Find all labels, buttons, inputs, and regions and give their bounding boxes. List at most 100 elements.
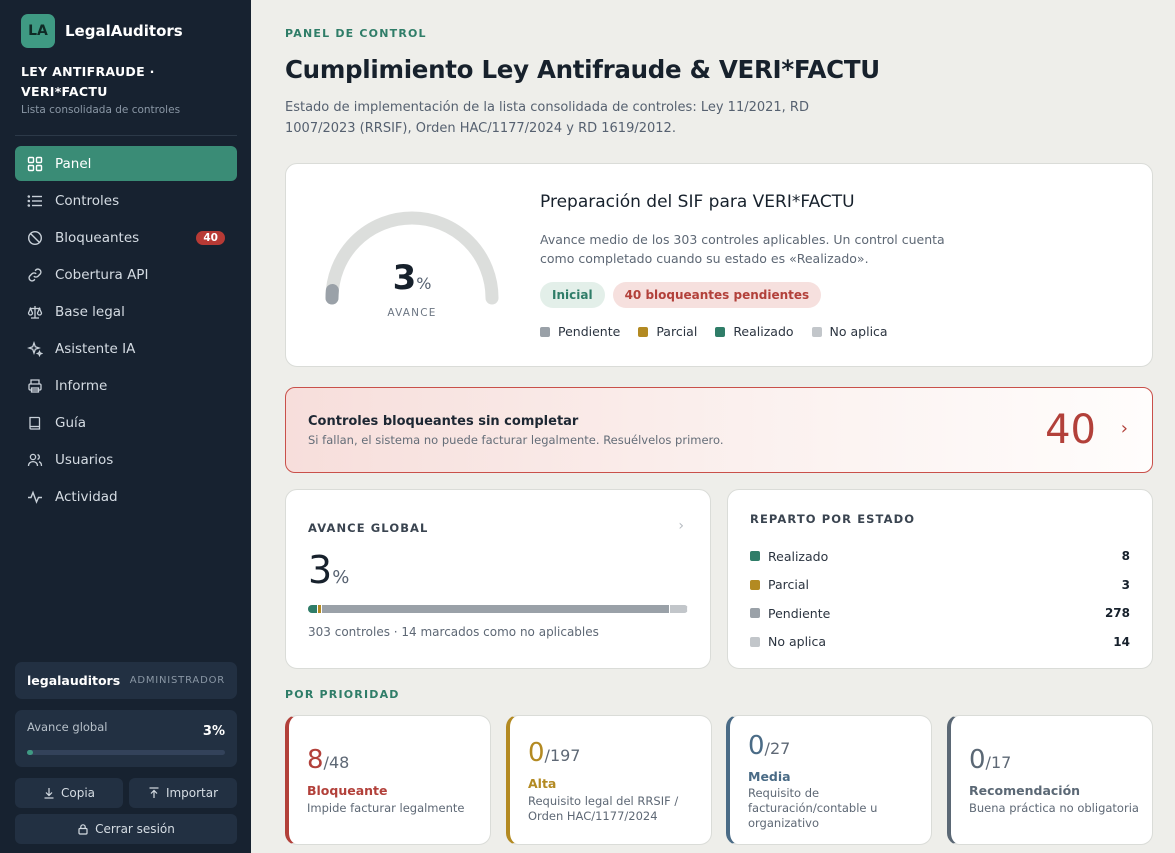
user-role: ADMINISTRADOR bbox=[129, 675, 225, 686]
priority-name: Recomendación bbox=[969, 783, 1081, 798]
link-icon bbox=[27, 267, 43, 283]
sidebar-item-asistente-ia[interactable]: Asistente IA bbox=[15, 331, 237, 366]
priority-done: 0 bbox=[969, 745, 986, 775]
project-title: LEY ANTIFRAUDE · VERI*FACTU bbox=[21, 64, 155, 99]
sidebar-item-guia[interactable]: Guía bbox=[15, 405, 237, 440]
sidebar-item-label: Panel bbox=[55, 155, 92, 172]
sidebar-item-actividad[interactable]: Actividad bbox=[15, 479, 237, 514]
priority-card-recomendacion[interactable]: 0/17 Recomendación Buena práctica no obl… bbox=[947, 715, 1153, 845]
chevron-right-icon: › bbox=[1120, 418, 1128, 439]
grid-icon bbox=[27, 156, 43, 172]
list-item: Realizado 8 bbox=[750, 542, 1130, 571]
status-count: 278 bbox=[1104, 606, 1130, 621]
priority-card-media[interactable]: 0/27 Media Requisito de facturación/cont… bbox=[726, 715, 932, 845]
bloqueantes-count-badge: 40 bbox=[196, 230, 225, 245]
priority-card-alta[interactable]: 0/197 Alta Requisito legal del RRSIF / O… bbox=[506, 715, 712, 845]
alert-title: Controles bloqueantes sin completar bbox=[308, 414, 579, 429]
logout-button[interactable]: Cerrar sesión bbox=[15, 814, 237, 844]
page-eyebrow: PANEL DE CONTROL bbox=[285, 27, 427, 40]
list-icon bbox=[27, 193, 43, 209]
global-progress-unit: % bbox=[332, 567, 350, 588]
status-swatch bbox=[750, 551, 760, 562]
status-label: Parcial bbox=[768, 577, 809, 593]
priority-name: Bloqueante bbox=[307, 783, 388, 798]
priority-name: Media bbox=[748, 769, 791, 784]
legend-label: Realizado bbox=[733, 324, 794, 339]
sidebar-item-label: Guía bbox=[55, 414, 87, 431]
legend-label: No aplica bbox=[829, 324, 888, 339]
user-box[interactable]: legalauditors ADMINISTRADOR bbox=[15, 662, 237, 699]
priority-total: /48 bbox=[323, 753, 350, 772]
ban-icon bbox=[27, 230, 43, 246]
readiness-card: 3% AVANCE Preparación del SIF para VERI*… bbox=[285, 163, 1153, 367]
sidebar-item-usuarios[interactable]: Usuarios bbox=[15, 442, 237, 477]
book-icon bbox=[27, 415, 43, 431]
global-progress-card[interactable]: AVANCE GLOBAL › 3% 303 controles · 14 ma… bbox=[285, 489, 711, 669]
upload-icon bbox=[149, 787, 159, 798]
sidebar-nav: Panel Controles Bloqueantes 40 Cobertura… bbox=[15, 146, 237, 516]
legend-item: Parcial bbox=[638, 324, 697, 339]
alert-count: 40 bbox=[1045, 407, 1096, 453]
priority-total: /197 bbox=[544, 746, 581, 765]
sidebar-progress: Avance global 3% bbox=[15, 710, 237, 767]
status-count: 14 bbox=[1113, 634, 1130, 649]
progress-gauge: 3% AVANCE bbox=[322, 208, 502, 319]
sidebar-progress-fill bbox=[27, 750, 33, 755]
page-title: Cumplimiento Ley Antifraude & VERI*FACTU bbox=[285, 55, 880, 84]
scale-icon bbox=[27, 304, 43, 320]
stage-pill: Inicial bbox=[540, 282, 605, 308]
priority-done: 0 bbox=[528, 738, 545, 768]
priority-name: Alta bbox=[528, 776, 557, 791]
sidebar-item-label: Bloqueantes bbox=[55, 229, 140, 246]
priority-total: /27 bbox=[764, 739, 791, 758]
sidebar-progress-label: Avance global bbox=[27, 720, 108, 734]
sidebar-item-cobertura-api[interactable]: Cobertura API bbox=[15, 257, 237, 292]
logout-button-label: Cerrar sesión bbox=[95, 822, 175, 836]
gauge-label: AVANCE bbox=[387, 307, 437, 319]
sidebar-item-informe[interactable]: Informe bbox=[15, 368, 237, 403]
priority-done: 8 bbox=[307, 745, 324, 775]
sidebar-item-base-legal[interactable]: Base legal bbox=[15, 294, 237, 329]
brand-name: LegalAuditors bbox=[65, 22, 183, 40]
global-progress-label: AVANCE GLOBAL bbox=[308, 521, 429, 535]
sidebar-item-bloqueantes[interactable]: Bloqueantes 40 bbox=[15, 220, 237, 255]
sidebar-actions: Copia Importar bbox=[15, 778, 237, 808]
legend-item: Realizado bbox=[715, 324, 794, 339]
printer-icon bbox=[27, 378, 43, 394]
priority-card-bloqueante[interactable]: 8/48 Bloqueante Impide facturar legalmen… bbox=[285, 715, 491, 845]
priority-description: Impide facturar legalmente bbox=[307, 801, 465, 815]
status-breakdown-list: Realizado 8 Parcial 3 Pendiente 278 No apli… bbox=[750, 542, 1130, 656]
stack-segment-pendiente bbox=[321, 605, 671, 613]
project-subtitle: Lista consolidada de controles bbox=[21, 104, 181, 116]
page-description: Estado de implementación de la lista con… bbox=[285, 100, 809, 136]
blockers-alert[interactable]: Controles bloqueantes sin completar Si f… bbox=[285, 387, 1153, 473]
copy-button-label: Copia bbox=[60, 786, 96, 800]
sidebar-item-panel[interactable]: Panel bbox=[15, 146, 237, 181]
legend-swatch bbox=[811, 326, 822, 337]
status-breakdown-card: REPARTO POR ESTADO Realizado 8 Parcial 3 P… bbox=[727, 489, 1153, 669]
list-item: Pendiente 278 bbox=[750, 599, 1130, 628]
legend-swatch bbox=[638, 326, 649, 337]
legend-swatch bbox=[715, 326, 726, 337]
brand[interactable]: LA LegalAuditors bbox=[21, 14, 183, 48]
alert-subtitle: Si fallan, el sistema no puede facturar … bbox=[308, 433, 724, 447]
import-button[interactable]: Importar bbox=[129, 778, 237, 808]
users-icon bbox=[27, 452, 43, 468]
gauge-value: 3% bbox=[322, 258, 502, 298]
status-breakdown-label: REPARTO POR ESTADO bbox=[750, 512, 916, 526]
global-progress-footer: 303 controles · 14 marcados como no apli… bbox=[308, 625, 599, 639]
stack-segment-realizado bbox=[308, 605, 319, 613]
sidebar-item-controles[interactable]: Controles bbox=[15, 183, 237, 218]
sidebar-item-label: Informe bbox=[55, 377, 108, 394]
priority-count: 8/48 bbox=[307, 745, 349, 775]
status-count: 3 bbox=[1121, 577, 1130, 592]
sidebar: LA LegalAuditors LEY ANTIFRAUDE · VERI*F… bbox=[0, 0, 251, 853]
sidebar-progress-value: 3% bbox=[202, 724, 225, 739]
sidebar-progress-track bbox=[27, 750, 225, 755]
copy-button[interactable]: Copia bbox=[15, 778, 123, 808]
global-progress-number: 3 bbox=[308, 548, 333, 592]
status-label: Realizado bbox=[768, 548, 829, 564]
stack-segment-no-aplica bbox=[670, 605, 688, 613]
sidebar-item-label: Controles bbox=[55, 192, 120, 209]
sidebar-item-label: Actividad bbox=[55, 488, 118, 505]
